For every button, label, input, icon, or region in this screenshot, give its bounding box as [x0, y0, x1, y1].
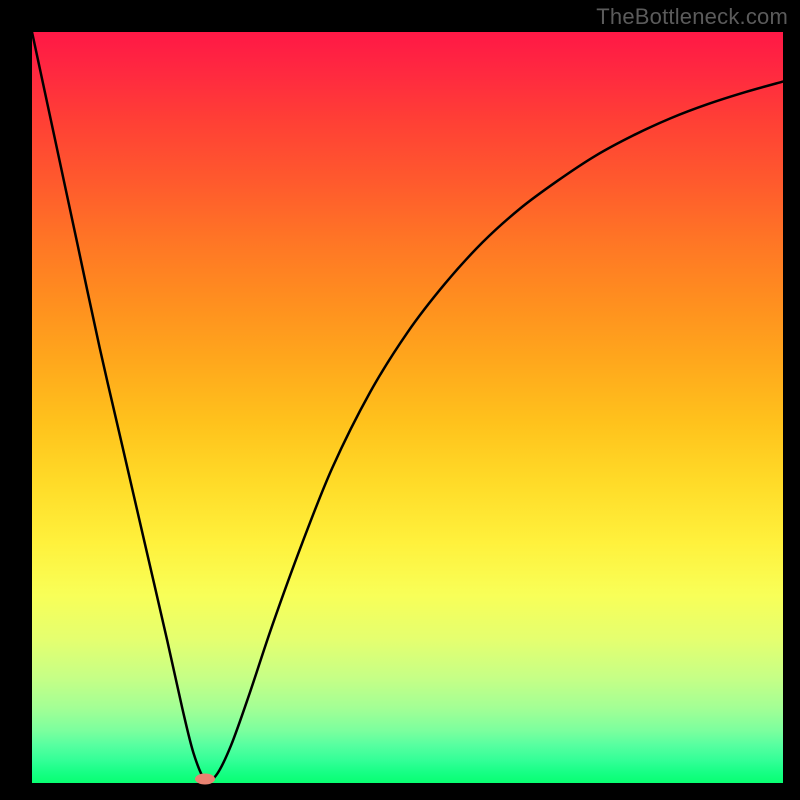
chart-svg	[32, 32, 783, 783]
bottleneck-curve-line	[32, 32, 783, 781]
minimum-marker	[195, 774, 215, 785]
watermark-text: TheBottleneck.com	[596, 4, 788, 30]
chart-container: TheBottleneck.com	[0, 0, 800, 800]
plot-area	[32, 32, 783, 783]
